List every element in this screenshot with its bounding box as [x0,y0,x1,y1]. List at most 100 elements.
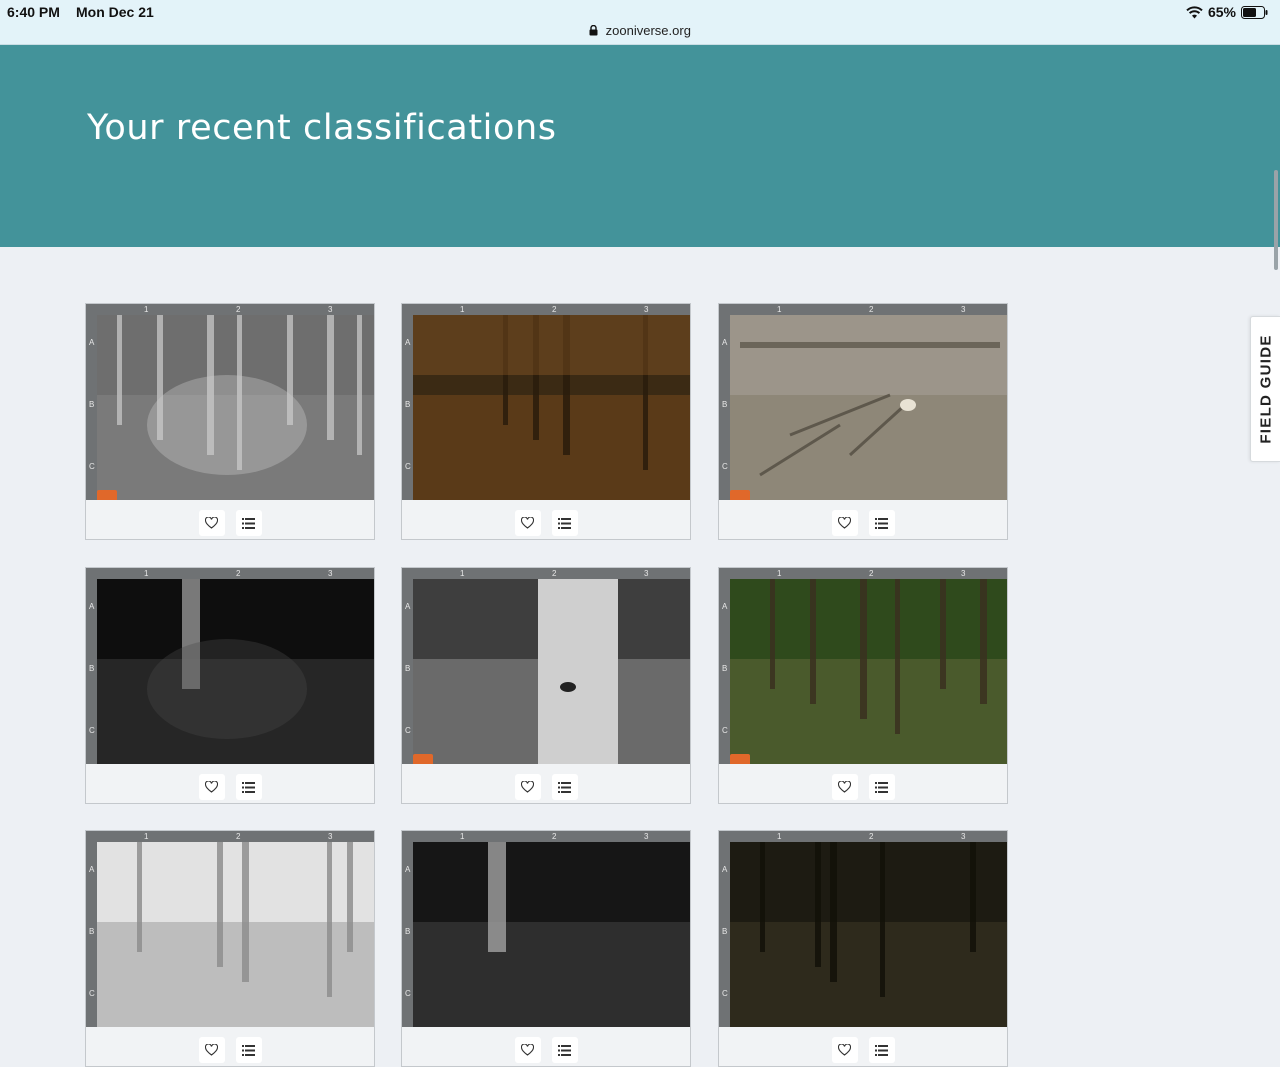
grid-row-label: A [722,602,728,611]
subject-image-frame[interactable]: 1 2 3 A B C [402,568,690,764]
add-to-collection-button[interactable] [235,1037,262,1063]
grid-column-label: 2 [236,569,241,578]
status-time: 6:40 PM [7,4,60,20]
add-to-collection-button[interactable] [551,1037,578,1063]
grid-row-label: A [405,338,411,347]
subject-image-frame[interactable]: 1 2 3 A B C [86,304,374,500]
classification-card[interactable]: 1 2 3 A B C [401,567,691,804]
status-date: Mon Dec 21 [76,4,154,20]
grid-row-label: C [89,462,95,471]
grid-column-label: 3 [961,832,966,841]
classification-card[interactable]: 1 2 3 A B C [85,567,375,804]
subject-image-frame[interactable]: 1 2 3 A B C [719,831,1007,1027]
camera-logo-badge [730,490,750,500]
classification-card[interactable]: 1 2 3 A B C [85,830,375,1067]
camera-trap-photo [97,842,374,1027]
list-icon [558,781,571,793]
grid-row-label: C [405,989,411,998]
grid-row-label: C [89,726,95,735]
grid-column-label: 3 [644,832,649,841]
grid-column-label: 3 [644,305,649,314]
grid-column-label: 3 [328,832,333,841]
grid-column-label: 3 [328,569,333,578]
grid-row-label: A [89,338,95,347]
grid-row-label: B [89,400,95,409]
heart-icon [521,1044,534,1056]
favorite-button[interactable] [198,774,225,800]
page-title: Your recent classifications [87,108,557,148]
grid-row-label: B [405,664,411,673]
card-actions [402,510,690,536]
favorite-button[interactable] [514,1037,541,1063]
classification-card[interactable]: 1 2 3 A B C [718,567,1008,804]
classification-card[interactable]: 1 2 3 A B C [718,830,1008,1067]
add-to-collection-button[interactable] [868,1037,895,1063]
grid-row-label: A [405,865,411,874]
wifi-icon [1186,5,1203,19]
grid-row-label: C [722,462,728,471]
favorite-button[interactable] [198,510,225,536]
add-to-collection-button[interactable] [235,774,262,800]
list-icon [875,781,888,793]
field-guide-tab[interactable]: FIELD GUIDE [1250,316,1280,462]
classification-card[interactable]: 1 2 3 A B C [718,303,1008,540]
grid-column-label: 2 [552,569,557,578]
heart-icon [521,517,534,529]
heart-icon [838,781,851,793]
subject-image-frame[interactable]: 1 2 3 A B C [402,831,690,1027]
grid-column-label: 1 [460,832,465,841]
grid-row-label: A [89,602,95,611]
subject-image-frame[interactable]: 1 2 3 A B C [86,568,374,764]
add-to-collection-button[interactable] [551,774,578,800]
subject-image-frame[interactable]: 1 2 3 A B C [86,831,374,1027]
page-scrollbar[interactable] [1274,170,1278,270]
favorite-button[interactable] [831,1037,858,1063]
grid-row-label: C [722,989,728,998]
lock-icon [589,24,598,39]
grid-column-label: 1 [460,569,465,578]
camera-trap-photo [730,315,1007,500]
add-to-collection-button[interactable] [551,510,578,536]
card-actions [719,774,1007,800]
card-actions [402,774,690,800]
grid-column-label: 2 [236,832,241,841]
favorite-button[interactable] [831,774,858,800]
favorite-button[interactable] [514,774,541,800]
favorite-button[interactable] [831,510,858,536]
list-icon [242,781,255,793]
grid-column-label: 2 [869,569,874,578]
camera-trap-photo [730,842,1007,1027]
camera-trap-photo [413,842,690,1027]
grid-row-label: C [89,989,95,998]
favorite-button[interactable] [514,510,541,536]
battery-icon [1241,5,1268,19]
subject-image-frame[interactable]: 1 2 3 A B C [402,304,690,500]
heart-icon [838,1044,851,1056]
grid-column-label: 3 [961,569,966,578]
url-bar[interactable]: zooniverse.org [0,23,1280,39]
classification-card[interactable]: 1 2 3 A B C [401,303,691,540]
heart-icon [205,517,218,529]
grid-column-label: 2 [869,832,874,841]
grid-row-label: C [405,462,411,471]
grid-column-label: 2 [869,305,874,314]
add-to-collection-button[interactable] [868,510,895,536]
favorite-button[interactable] [198,1037,225,1063]
grid-column-label: 2 [236,305,241,314]
grid-row-label: A [405,602,411,611]
card-actions [86,510,374,536]
card-actions [402,1037,690,1063]
add-to-collection-button[interactable] [235,510,262,536]
ios-status-bar: 6:40 PM Mon Dec 21 65% zooniverse.org [0,0,1280,45]
card-actions [86,1037,374,1063]
classification-card[interactable]: 1 2 3 A B C [85,303,375,540]
add-to-collection-button[interactable] [868,774,895,800]
subject-image-frame[interactable]: 1 2 3 A B C [719,304,1007,500]
grid-row-label: A [722,338,728,347]
classification-card[interactable]: 1 2 3 A B C [401,830,691,1067]
heart-icon [838,517,851,529]
grid-row-label: C [405,726,411,735]
grid-column-label: 3 [328,305,333,314]
subject-image-frame[interactable]: 1 2 3 A B C [719,568,1007,764]
grid-row-label: B [722,664,728,673]
